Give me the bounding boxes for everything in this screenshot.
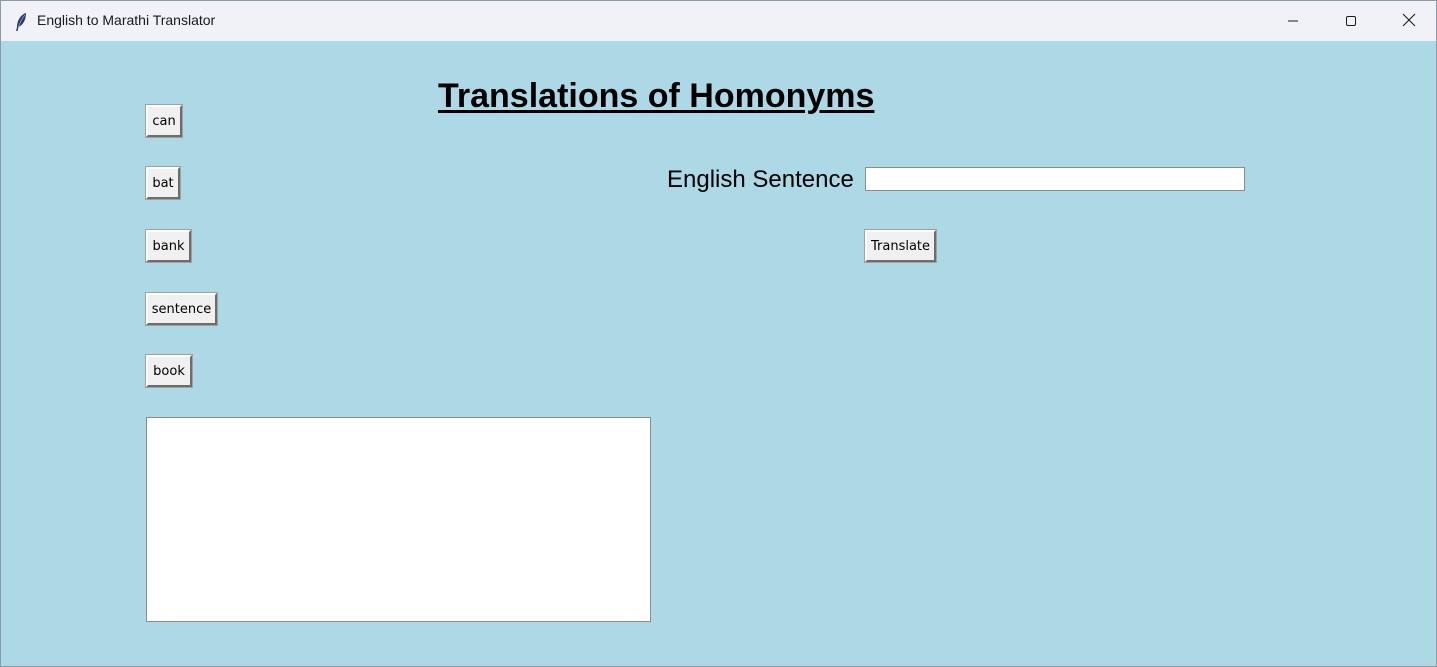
page-title: Translations of Homonyms (438, 77, 875, 115)
english-sentence-input[interactable] (865, 167, 1245, 191)
translation-output-box[interactable] (146, 417, 651, 622)
window-title: English to Marathi Translator (37, 12, 216, 28)
translate-button[interactable]: Translate (864, 229, 937, 263)
maximize-button[interactable] (1322, 1, 1380, 41)
bank-button[interactable]: bank (145, 229, 192, 263)
minimize-icon (1287, 12, 1299, 31)
maximize-icon (1345, 12, 1357, 31)
feather-icon (14, 12, 28, 32)
close-icon (1402, 12, 1416, 31)
english-sentence-label: English Sentence (667, 166, 854, 193)
can-button[interactable]: can (145, 104, 183, 138)
title-bar[interactable]: English to Marathi Translator (1, 1, 1436, 41)
sentence-button[interactable]: sentence (145, 292, 218, 326)
bat-button[interactable]: bat (145, 166, 181, 200)
minimize-button[interactable] (1264, 1, 1322, 41)
book-button[interactable]: book (145, 354, 193, 388)
app-window: English to Marathi Translator Translatio… (0, 0, 1437, 667)
close-button[interactable] (1380, 1, 1437, 41)
